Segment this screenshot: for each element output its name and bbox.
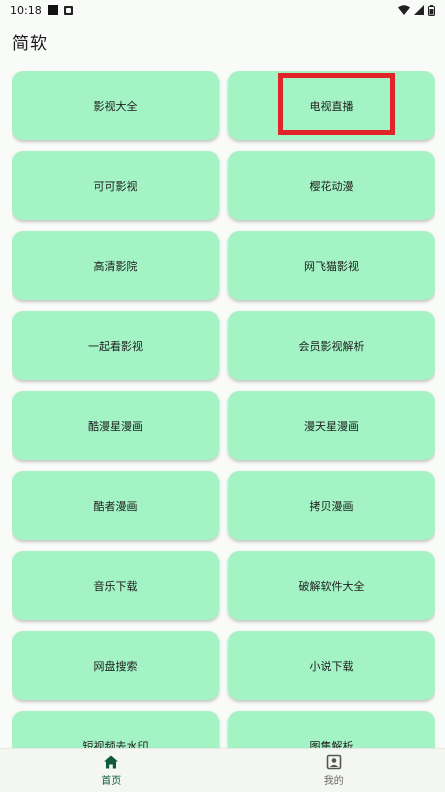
card-label: 酷者漫画 <box>94 498 138 514</box>
card-漫天星漫画[interactable]: 漫天星漫画 <box>228 391 435 460</box>
card-可可影视[interactable]: 可可影视 <box>12 151 219 220</box>
card-高清影院[interactable]: 高清影院 <box>12 231 219 300</box>
battery-icon <box>428 5 435 16</box>
nav-label-profile: 我的 <box>324 772 344 787</box>
card-label: 樱花动漫 <box>310 178 354 194</box>
status-time: 10:18 <box>10 4 42 17</box>
card-酷者漫画[interactable]: 酷者漫画 <box>12 471 219 540</box>
card-酷漫星漫画[interactable]: 酷漫星漫画 <box>12 391 219 460</box>
status-left: 10:18 <box>10 4 73 17</box>
card-破解软件大全[interactable]: 破解软件大全 <box>228 551 435 620</box>
card-label: 高清影院 <box>94 258 138 274</box>
card-拷贝漫画[interactable]: 拷贝漫画 <box>228 471 435 540</box>
card-小说下载[interactable]: 小说下载 <box>228 631 435 700</box>
profile-icon <box>326 754 342 770</box>
card-网飞猫影视[interactable]: 网飞猫影视 <box>228 231 435 300</box>
card-label: 拷贝漫画 <box>310 498 354 514</box>
card-label: 音乐下载 <box>94 578 138 594</box>
card-label: 电视直播 <box>310 98 354 114</box>
app-bar: 简软 <box>0 20 445 62</box>
card-电视直播[interactable]: 电视直播 <box>228 71 435 140</box>
status-bar: 10:18 <box>0 0 445 20</box>
signal-icon <box>414 5 424 15</box>
nav-item-profile[interactable]: 我的 <box>223 749 445 792</box>
page-title: 简软 <box>12 29 48 54</box>
card-label: 小说下载 <box>310 658 354 674</box>
card-图集解析[interactable]: 图集解析 <box>228 711 435 748</box>
status-right <box>398 5 435 16</box>
card-label: 漫天星漫画 <box>304 418 359 434</box>
card-label: 会员影视解析 <box>299 338 365 354</box>
bottom-nav: 首页 我的 <box>0 748 445 792</box>
card-一起看影视[interactable]: 一起看影视 <box>12 311 219 380</box>
card-label: 酷漫星漫画 <box>88 418 143 434</box>
nav-item-home[interactable]: 首页 <box>0 749 223 792</box>
notification-square-icon <box>48 5 58 15</box>
feature-grid: 影视大全 电视直播 可可影视 樱花动漫 高清影院 网飞猫影视 一起看影视 会员影… <box>12 71 435 748</box>
card-影视大全[interactable]: 影视大全 <box>12 71 219 140</box>
app-a-icon <box>64 6 73 15</box>
card-音乐下载[interactable]: 音乐下载 <box>12 551 219 620</box>
card-label: 影视大全 <box>94 98 138 114</box>
card-会员影视解析[interactable]: 会员影视解析 <box>228 311 435 380</box>
card-label: 破解软件大全 <box>299 578 365 594</box>
card-label: 网飞猫影视 <box>304 258 359 274</box>
home-icon <box>103 754 119 770</box>
wifi-icon <box>398 5 410 15</box>
card-label: 可可影视 <box>94 178 138 194</box>
card-label: 网盘搜索 <box>94 658 138 674</box>
card-网盘搜索[interactable]: 网盘搜索 <box>12 631 219 700</box>
card-樱花动漫[interactable]: 樱花动漫 <box>228 151 435 220</box>
nav-label-home: 首页 <box>101 772 121 787</box>
card-短视频去水印[interactable]: 短视频去水印 <box>12 711 219 748</box>
card-label: 一起看影视 <box>88 338 143 354</box>
card-label: 图集解析 <box>310 738 354 749</box>
card-label: 短视频去水印 <box>83 738 149 749</box>
